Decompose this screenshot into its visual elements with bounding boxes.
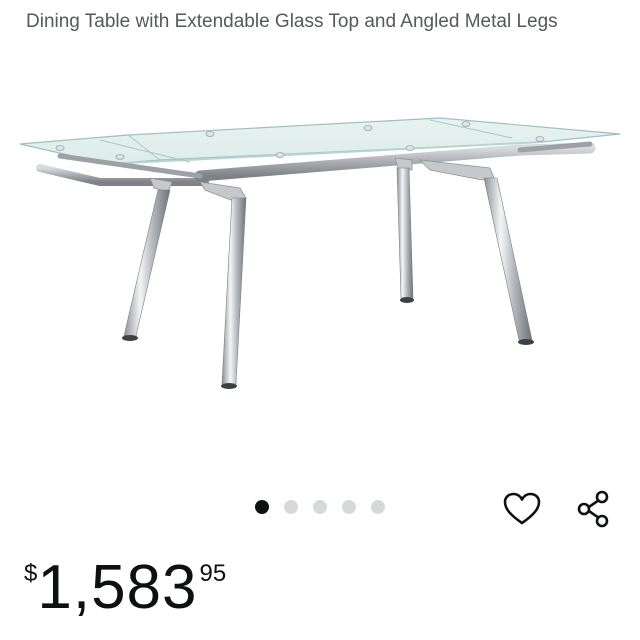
share-button[interactable] [572, 487, 616, 531]
product-image[interactable] [0, 90, 640, 410]
heart-outline-icon [503, 492, 541, 525]
carousel-dot-5[interactable] [371, 500, 385, 514]
price-fraction: 95 [199, 560, 227, 587]
carousel-dot-2[interactable] [284, 500, 298, 514]
carousel-dot-4[interactable] [342, 500, 356, 514]
share-icon [577, 490, 609, 528]
carousel-dot-1[interactable] [255, 500, 269, 514]
product-title: Dining Table with Extendable Glass Top a… [26, 11, 558, 32]
image-carousel-indicator [255, 500, 385, 514]
glass-table-illustration [19, 117, 621, 389]
wishlist-button[interactable] [500, 487, 544, 531]
price-whole: 1,583 [37, 553, 198, 622]
price-currency-symbol: $ [24, 560, 38, 587]
carousel-dot-3[interactable] [313, 500, 327, 514]
price: $ 1,583 95 [24, 548, 226, 628]
